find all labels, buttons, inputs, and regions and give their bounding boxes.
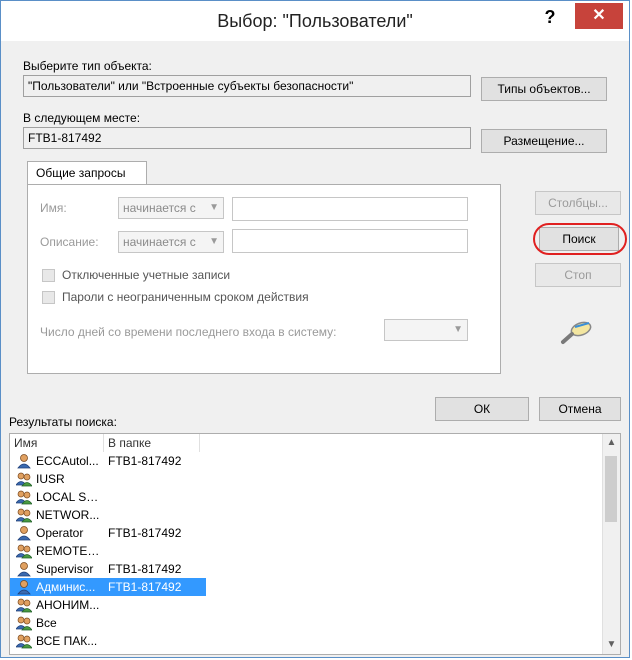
list-item-name: Админис... [36, 580, 96, 594]
list-item-name: REMOTE ... [36, 544, 100, 558]
list-item-name: ВСЕ ПАК... [36, 634, 98, 648]
list-item-name: NETWOR... [36, 508, 100, 522]
stop-button[interactable]: Стоп [535, 263, 621, 287]
user-icon [16, 561, 32, 577]
list-item[interactable]: ECCAutol... FTB1-817492 [10, 452, 206, 470]
list-item-folder: FTB1-817492 [108, 580, 182, 594]
list-item[interactable]: АНОНИМ... [10, 596, 206, 614]
user-icon [16, 579, 32, 595]
help-button[interactable]: ? [535, 5, 565, 31]
chevron-down-icon: ▼ [209, 202, 219, 213]
no-expire-passwords-checkbox[interactable] [42, 291, 55, 304]
disabled-accounts-label: Отключенные учетные записи [62, 268, 231, 282]
search-results-label: Результаты поиска: [9, 415, 117, 429]
close-button[interactable]: ✕ [575, 3, 623, 29]
list-item-name: Supervisor [36, 562, 94, 576]
name-input[interactable] [232, 197, 468, 221]
list-item[interactable]: Все [10, 614, 206, 632]
description-mode-select[interactable]: начинается с ▼ [118, 231, 224, 253]
location-label: В следующем месте: [23, 111, 141, 125]
tab-common-queries[interactable]: Общие запросы [27, 161, 147, 185]
list-item-name: Operator [36, 526, 84, 540]
group-icon [15, 615, 33, 631]
column-header-folder[interactable]: В папке [104, 434, 200, 452]
title-bar[interactable]: Выбор: "Пользователи" ? ✕ [1, 1, 629, 41]
group-icon [15, 543, 33, 559]
description-input[interactable] [232, 229, 468, 253]
list-item-name: LOCAL SE... [36, 490, 100, 504]
list-item-folder: FTB1-817492 [108, 562, 182, 576]
list-item-name: ECCAutol... [36, 454, 99, 468]
list-item-name: Все [36, 616, 57, 630]
list-item-folder: FTB1-817492 [108, 526, 182, 540]
search-results-list[interactable]: Имя В папке ECCAutol... FTB1-817492 IUSR LO… [9, 433, 621, 655]
search-highlight-ring [533, 223, 627, 255]
days-since-logon-select[interactable]: ▼ [384, 319, 468, 341]
chevron-down-icon: ▼ [209, 236, 219, 247]
list-item[interactable]: Админис... FTB1-817492 [10, 578, 206, 596]
group-icon [15, 633, 33, 649]
list-item-folder: FTB1-817492 [108, 454, 182, 468]
name-label: Имя: [40, 201, 67, 215]
locations-button[interactable]: Размещение... [481, 129, 607, 153]
chevron-down-icon: ▼ [453, 324, 463, 335]
group-icon [15, 471, 33, 487]
list-item[interactable]: Supervisor FTB1-817492 [10, 560, 206, 578]
disabled-accounts-checkbox[interactable] [42, 269, 55, 282]
name-mode-value: начинается с [123, 201, 196, 215]
object-type-label: Выберите тип объекта: [23, 59, 152, 73]
object-types-button[interactable]: Типы объектов... [481, 77, 607, 101]
scroll-down-arrow-icon[interactable]: ▼ [603, 636, 620, 654]
list-item-name: АНОНИМ... [36, 598, 100, 612]
object-type-field: "Пользователи" или "Встроенные субъекты … [23, 75, 471, 97]
ok-button[interactable]: ОК [435, 397, 529, 421]
list-item[interactable]: NETWOR... [10, 506, 206, 524]
group-icon [15, 489, 33, 505]
no-expire-passwords-label: Пароли с неограниченным сроком действия [62, 290, 309, 304]
list-item[interactable]: Operator FTB1-817492 [10, 524, 206, 542]
list-item[interactable]: LOCAL SE... [10, 488, 206, 506]
list-item-name: IUSR [36, 472, 65, 486]
group-icon [15, 597, 33, 613]
description-mode-value: начинается с [123, 235, 196, 249]
select-users-dialog: Выбор: "Пользователи" ? ✕ Выберите тип о… [0, 0, 630, 658]
common-queries-panel: Имя: начинается с ▼ Описание: начинается… [27, 184, 501, 374]
list-item[interactable]: ВСЕ ПАК... [10, 632, 206, 650]
description-label: Описание: [40, 235, 99, 249]
list-item[interactable]: IUSR [10, 470, 206, 488]
column-header-name[interactable]: Имя [10, 434, 104, 452]
cancel-button[interactable]: Отмена [539, 397, 621, 421]
results-scrollbar[interactable]: ▲ ▼ [602, 434, 620, 654]
days-since-logon-label: Число дней со времени последнего входа в… [40, 325, 337, 339]
columns-button[interactable]: Столбцы... [535, 191, 621, 215]
search-magnifier-icon [559, 317, 599, 347]
list-item[interactable]: REMOTE ... [10, 542, 206, 560]
user-icon [16, 453, 32, 469]
scroll-thumb[interactable] [605, 456, 617, 522]
location-field: FTB1-817492 [23, 127, 471, 149]
group-icon [15, 507, 33, 523]
scroll-up-arrow-icon[interactable]: ▲ [603, 434, 620, 452]
name-mode-select[interactable]: начинается с ▼ [118, 197, 224, 219]
user-icon [16, 525, 32, 541]
